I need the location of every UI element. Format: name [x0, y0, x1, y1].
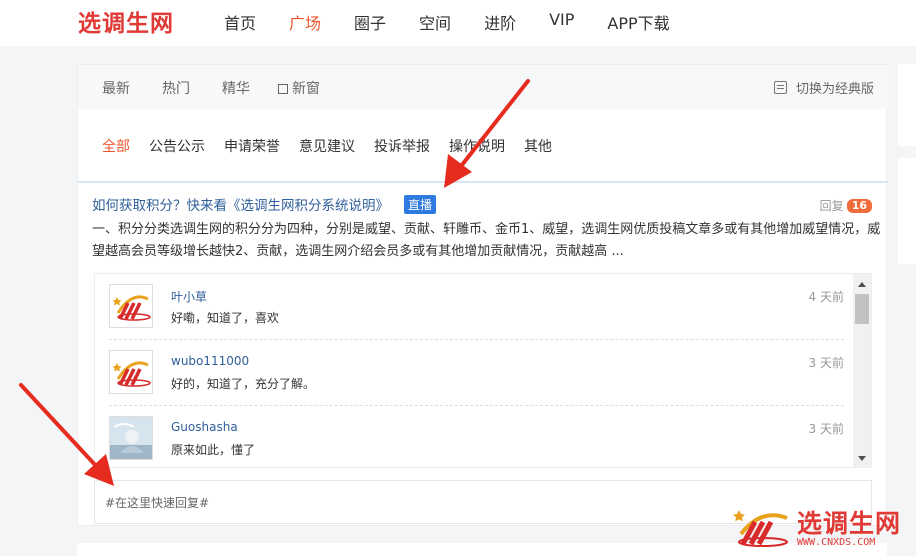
new-window-toggle[interactable]: 新窗 — [278, 78, 320, 98]
category-complaints[interactable]: 投诉举报 — [374, 136, 430, 156]
new-window-label: 新窗 — [292, 81, 320, 97]
avatar[interactable] — [109, 416, 153, 460]
filter-bar: 最新 热门 精华 新窗 切换为经典版 — [78, 65, 888, 109]
checkbox-icon[interactable] — [278, 84, 288, 94]
avatar[interactable] — [109, 350, 153, 394]
logo-avatar-image — [112, 361, 151, 387]
watermark-logo-icon — [733, 510, 788, 547]
post-title-link[interactable]: 如何获取积分？快来看《选调生网积分系统说明》 — [92, 194, 389, 214]
avatar[interactable] — [109, 284, 153, 328]
nav-item-app-download[interactable]: APP下载 — [607, 10, 669, 34]
divider — [78, 181, 888, 183]
post-excerpt: 一、积分分类选调生网的积分分为四种，分别是威望、贡献、轩雕币、金币1、威望，选调… — [92, 222, 881, 259]
watermark: 选调生网 WWW.CNXDS.COM — [731, 502, 911, 554]
reply-time: 3 天前 — [808, 422, 844, 436]
nav-item-home[interactable]: 首页 — [224, 10, 256, 34]
reply-author-link[interactable]: Guoshasha — [171, 420, 238, 434]
photo-avatar-image — [110, 417, 152, 459]
reply-time: 3 天前 — [808, 356, 844, 370]
reply-text: 好嘞，知道了，喜欢 — [171, 311, 280, 325]
nav-item-advance[interactable]: 进阶 — [484, 10, 516, 34]
watermark-text: 选调生网 — [797, 509, 902, 538]
reply-item: 叶小草 好嘞，知道了，喜欢 4 天前 — [109, 274, 844, 340]
category-tabs: 全部 公告公示 申请荣誉 意见建议 投诉举报 操作说明 其他 — [102, 136, 571, 156]
reply-count-badge: 16 — [846, 198, 872, 213]
nav-item-vip[interactable]: VIP — [549, 10, 574, 34]
scroll-down-icon[interactable] — [858, 456, 866, 461]
reply-label: 回复 — [819, 199, 844, 213]
sidebar-card — [898, 158, 916, 264]
tab-hot[interactable]: 热门 — [162, 78, 190, 98]
category-instructions[interactable]: 操作说明 — [449, 136, 505, 156]
reply-text: 原来如此，懂了 — [171, 443, 256, 457]
category-suggestions[interactable]: 意见建议 — [299, 136, 355, 156]
category-announcements[interactable]: 公告公示 — [149, 136, 205, 156]
watermark-url: WWW.CNXDS.COM — [797, 537, 876, 548]
switch-classic-label: 切换为经典版 — [795, 82, 874, 97]
main-nav: 首页 广场 圈子 空间 进阶 VIP APP下载 — [224, 10, 703, 34]
switch-classic-button[interactable]: 切换为经典版 — [773, 78, 874, 97]
top-navigation-bar: 选调生网 首页 广场 圈子 空间 进阶 VIP APP下载 — [0, 0, 916, 46]
category-other[interactable]: 其他 — [524, 136, 552, 156]
reply-item: wubo111000 好的，知道了，充分了解。 3 天前 — [109, 340, 844, 406]
reply-author-link[interactable]: wubo111000 — [171, 354, 249, 368]
nav-item-space[interactable]: 空间 — [419, 10, 451, 34]
scrollbar[interactable] — [853, 274, 871, 467]
live-badge: 直播 — [404, 195, 437, 214]
layout-icon — [773, 81, 787, 94]
sidebar-card — [898, 64, 916, 146]
reply-time: 4 天前 — [808, 290, 844, 304]
scroll-up-icon[interactable] — [858, 282, 866, 287]
scroll-thumb[interactable] — [855, 294, 869, 324]
category-honors[interactable]: 申请荣誉 — [224, 136, 280, 156]
tab-featured[interactable]: 精华 — [222, 78, 250, 98]
reply-author-link[interactable]: 叶小草 — [171, 288, 207, 305]
reply-item: Guoshasha 原来如此，懂了 3 天前 — [109, 406, 844, 467]
category-all[interactable]: 全部 — [102, 136, 130, 156]
tab-newest[interactable]: 最新 — [102, 78, 130, 98]
reply-text: 好的，知道了，充分了解。 — [171, 377, 316, 391]
forum-panel: 最新 热门 精华 新窗 切换为经典版 全部 公告公示 申请荣誉 意见建议 投诉举… — [77, 64, 888, 526]
nav-item-square[interactable]: 广场 — [289, 10, 321, 34]
reply-list: 叶小草 好嘞，知道了，喜欢 4 天前 wubo111000 好的，知道了，充分了… — [94, 273, 872, 468]
nav-item-circle[interactable]: 圈子 — [354, 10, 386, 34]
reply-count: 回复 16 — [820, 197, 872, 214]
logo-avatar-image — [112, 295, 151, 321]
site-logo[interactable]: 选调生网 — [78, 4, 174, 38]
